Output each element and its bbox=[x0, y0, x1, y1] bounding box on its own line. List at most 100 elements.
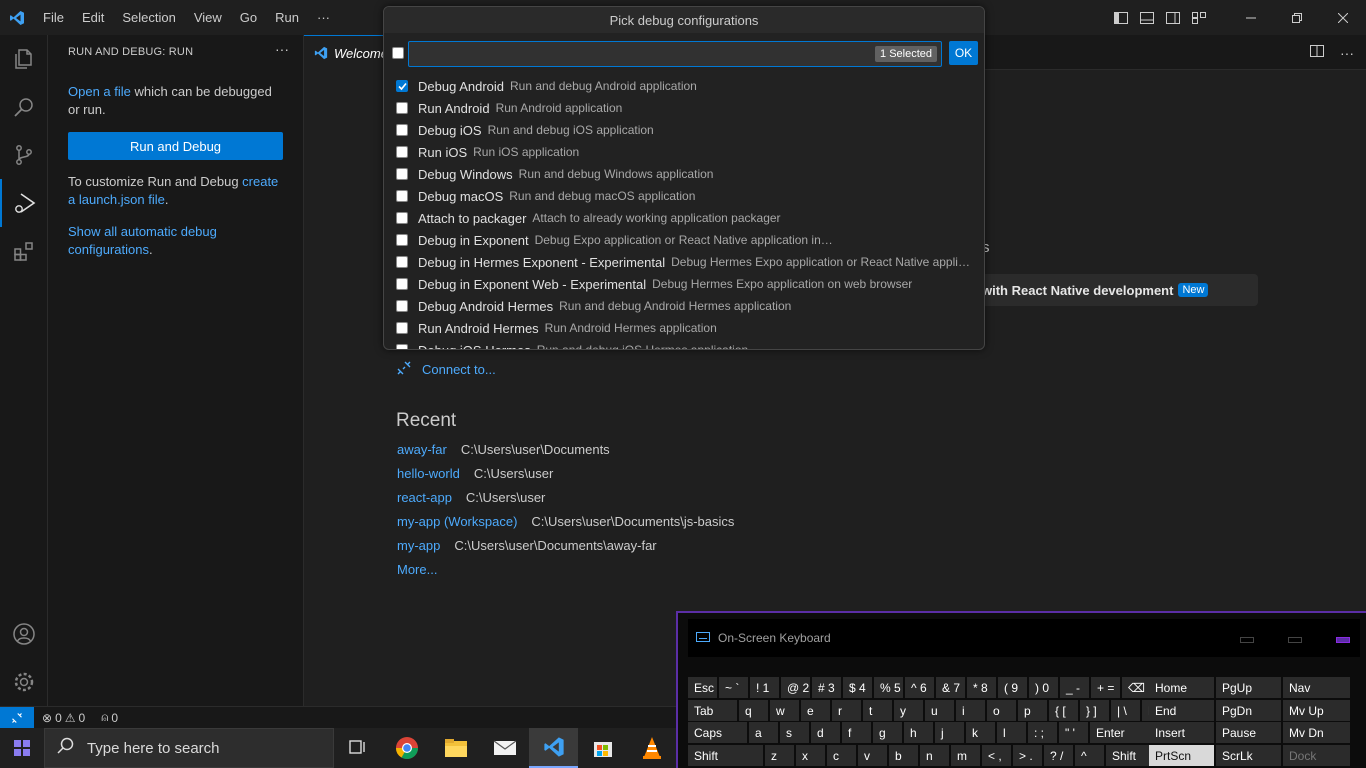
osk-close-icon[interactable] bbox=[1336, 637, 1350, 643]
run-debug-icon[interactable] bbox=[0, 179, 48, 227]
osk-key[interactable]: _ - bbox=[1060, 677, 1089, 698]
osk-maximize-icon[interactable] bbox=[1288, 637, 1302, 643]
menu-view[interactable]: View bbox=[185, 0, 231, 35]
debug-config-item[interactable]: Debug macOS Run and debug macOS applicati… bbox=[384, 185, 984, 207]
osk-key[interactable]: w bbox=[770, 700, 799, 721]
osk-key[interactable]: o bbox=[987, 700, 1016, 721]
debug-config-item[interactable]: Debug in Exponent Web - Experimental Debu… bbox=[384, 273, 984, 295]
microsoft-store-icon[interactable] bbox=[578, 728, 627, 768]
debug-config-checkbox[interactable] bbox=[396, 278, 408, 290]
osk-key[interactable]: Home bbox=[1149, 677, 1214, 698]
menu-selection[interactable]: Selection bbox=[113, 0, 184, 35]
remote-indicator-icon[interactable] bbox=[0, 706, 34, 729]
osk-key[interactable]: Esc bbox=[688, 677, 717, 698]
osk-key[interactable]: z bbox=[765, 745, 794, 766]
osk-key[interactable]: ) 0 bbox=[1029, 677, 1058, 698]
osk-key[interactable]: Shift bbox=[688, 745, 763, 766]
quick-pick-input[interactable]: 1 Selected bbox=[408, 41, 942, 67]
debug-config-item[interactable]: Attach to packager Attach to already work… bbox=[384, 207, 984, 229]
show-all-configs-link[interactable]: Show all automatic debug configurations bbox=[68, 224, 217, 257]
osk-key[interactable]: i bbox=[956, 700, 985, 721]
debug-config-item[interactable]: Debug iOS Hermes Run and debug iOS Hermes… bbox=[384, 339, 984, 349]
split-editor-icon[interactable] bbox=[1310, 45, 1324, 60]
ports-indicator[interactable]: ⍝ 0 bbox=[101, 710, 118, 725]
debug-config-checkbox[interactable] bbox=[396, 80, 408, 92]
osk-key[interactable]: c bbox=[827, 745, 856, 766]
close-icon[interactable] bbox=[1320, 0, 1366, 35]
debug-config-checkbox[interactable] bbox=[396, 212, 408, 224]
osk-key[interactable]: @ 2 bbox=[781, 677, 810, 698]
osk-key[interactable]: ~ ` bbox=[719, 677, 748, 698]
osk-key[interactable]: l bbox=[997, 722, 1026, 743]
osk-key[interactable]: ScrLk bbox=[1216, 745, 1281, 766]
osk-minimize-icon[interactable] bbox=[1240, 637, 1254, 643]
vlc-icon[interactable] bbox=[627, 728, 676, 768]
debug-config-checkbox[interactable] bbox=[396, 234, 408, 246]
toggle-primary-sidebar-icon[interactable] bbox=[1108, 0, 1134, 35]
debug-config-checkbox[interactable] bbox=[396, 300, 408, 312]
osk-key[interactable]: f bbox=[842, 722, 871, 743]
recent-item-name[interactable]: away-far bbox=[397, 442, 447, 457]
osk-key[interactable]: Tab bbox=[688, 700, 737, 721]
osk-key[interactable]: ^ 6 bbox=[905, 677, 934, 698]
osk-key[interactable]: End bbox=[1149, 700, 1214, 721]
osk-key[interactable]: x bbox=[796, 745, 825, 766]
menu-edit[interactable]: Edit bbox=[73, 0, 113, 35]
minimize-icon[interactable] bbox=[1228, 0, 1274, 35]
osk-key[interactable]: < , bbox=[982, 745, 1011, 766]
run-and-debug-button[interactable]: Run and Debug bbox=[68, 132, 283, 160]
sidebar-more-icon[interactable]: ··· bbox=[275, 41, 289, 57]
osk-key[interactable]: k bbox=[966, 722, 995, 743]
osk-key[interactable]: v bbox=[858, 745, 887, 766]
osk-key[interactable]: q bbox=[739, 700, 768, 721]
osk-key[interactable]: s bbox=[780, 722, 809, 743]
file-explorer-icon[interactable] bbox=[431, 728, 480, 768]
connect-to-link[interactable]: Connect to... bbox=[396, 360, 496, 379]
osk-key[interactable]: n bbox=[920, 745, 949, 766]
osk-key[interactable]: m bbox=[951, 745, 980, 766]
osk-key[interactable]: & 7 bbox=[936, 677, 965, 698]
open-file-link[interactable]: Open a file bbox=[68, 84, 131, 99]
select-all-checkbox[interactable] bbox=[392, 47, 404, 59]
debug-config-item[interactable]: Run Android Hermes Run Android Hermes app… bbox=[384, 317, 984, 339]
debug-config-item[interactable]: Debug Windows Run and debug Windows appli… bbox=[384, 163, 984, 185]
walkthrough-react-native[interactable]: with React Native development New bbox=[976, 274, 1258, 306]
osk-key[interactable]: Nav bbox=[1283, 677, 1350, 698]
osk-key[interactable]: PgUp bbox=[1216, 677, 1281, 698]
extensions-icon[interactable] bbox=[0, 227, 48, 275]
accounts-icon[interactable] bbox=[0, 610, 48, 658]
recent-item-name[interactable]: hello-world bbox=[397, 466, 460, 481]
osk-key[interactable]: h bbox=[904, 722, 933, 743]
osk-key[interactable]: } ] bbox=[1080, 700, 1109, 721]
recent-item-name[interactable]: my-app bbox=[397, 538, 440, 553]
osk-key[interactable]: { [ bbox=[1049, 700, 1078, 721]
source-control-icon[interactable] bbox=[0, 131, 48, 179]
debug-config-checkbox[interactable] bbox=[396, 168, 408, 180]
recent-more-link[interactable]: More... bbox=[397, 562, 437, 577]
osk-key[interactable]: | \ bbox=[1111, 700, 1140, 721]
ok-button[interactable]: OK bbox=[949, 41, 978, 65]
manage-gear-icon[interactable] bbox=[0, 658, 48, 706]
osk-key[interactable]: " ' bbox=[1059, 722, 1088, 743]
osk-key[interactable]: u bbox=[925, 700, 954, 721]
toggle-panel-icon[interactable] bbox=[1134, 0, 1160, 35]
osk-key[interactable]: g bbox=[873, 722, 902, 743]
osk-key[interactable]: # 3 bbox=[812, 677, 841, 698]
task-view-icon[interactable] bbox=[334, 728, 383, 768]
menu-run[interactable]: Run bbox=[266, 0, 308, 35]
osk-key[interactable]: e bbox=[801, 700, 830, 721]
osk-key[interactable]: $ 4 bbox=[843, 677, 872, 698]
debug-config-item[interactable]: Debug Android Hermes Run and debug Androi… bbox=[384, 295, 984, 317]
start-icon[interactable] bbox=[0, 728, 44, 768]
taskbar-search[interactable]: Type here to search bbox=[43, 728, 334, 768]
debug-config-item[interactable]: Debug iOS Run and debug iOS application bbox=[384, 119, 984, 141]
recent-item-name[interactable]: my-app (Workspace) bbox=[397, 514, 517, 529]
problems-indicator[interactable]: ⊗ 0 ⚠ 0 bbox=[42, 711, 85, 725]
osk-key[interactable]: ( 9 bbox=[998, 677, 1027, 698]
mail-icon[interactable] bbox=[480, 728, 529, 768]
osk-key[interactable]: ? / bbox=[1044, 745, 1073, 766]
debug-config-item[interactable]: Run iOS Run iOS application bbox=[384, 141, 984, 163]
editor-more-icon[interactable]: ··· bbox=[1340, 45, 1354, 61]
osk-key[interactable]: Caps bbox=[688, 722, 747, 743]
menu-more[interactable]: ··· bbox=[308, 0, 339, 35]
